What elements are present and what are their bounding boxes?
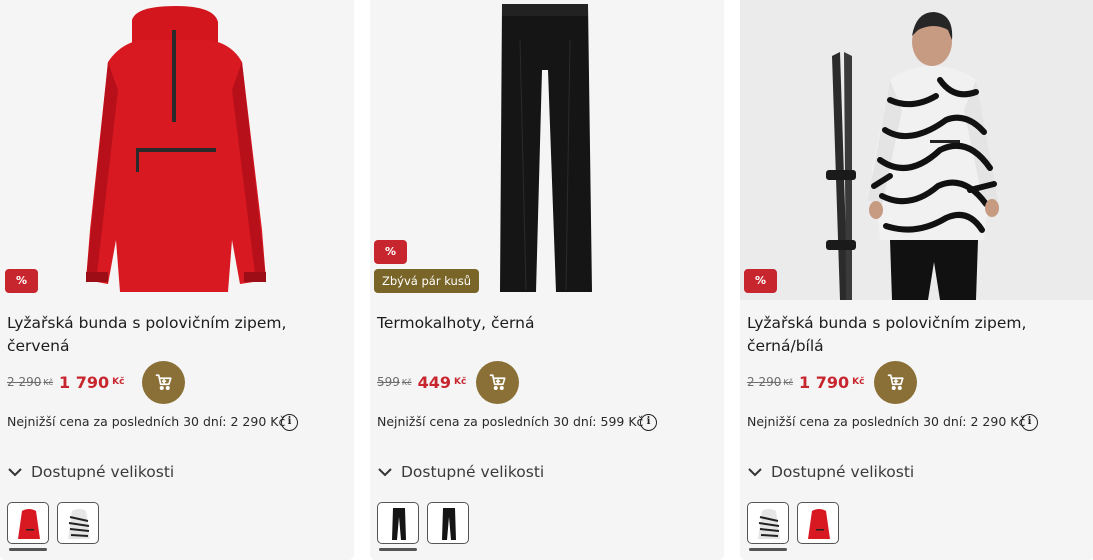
sale-price: 1 790: [59, 372, 110, 392]
sale-price: 449: [417, 372, 451, 392]
lowest-price-note: Nejnižší cena za posledních 30 dní: 2 29…: [747, 414, 1026, 429]
chevron-down-icon: [748, 468, 762, 477]
product-image-red-jacket[interactable]: %: [0, 0, 354, 300]
color-variants: [377, 502, 469, 544]
cart-icon: [155, 374, 172, 391]
stock-badge: Zbývá pár kusů: [374, 269, 480, 293]
available-sizes-toggle[interactable]: Dostupné velikosti: [377, 463, 544, 481]
selected-variant-indicator: [749, 548, 787, 551]
product-card[interactable]: % Lyžařská bunda s polovičním zipem, čer…: [0, 0, 354, 560]
lowest-price-note: Nejnižší cena za posledních 30 dní: 2 29…: [7, 414, 286, 429]
cart-icon: [887, 374, 904, 391]
price-row: 2 290 Kč 1 790 Kč: [747, 360, 918, 404]
old-price: 2 290: [7, 375, 42, 389]
add-to-cart-button[interactable]: [874, 360, 918, 404]
variant-zebra-jacket[interactable]: [57, 502, 99, 544]
info-icon[interactable]: i: [1021, 414, 1038, 431]
sale-price-currency: Kč: [453, 377, 467, 387]
old-price: 599: [377, 375, 400, 389]
product-image-black-pants[interactable]: % Zbývá pár kusů: [370, 0, 724, 300]
chevron-down-icon: [8, 468, 22, 477]
variant-red-jacket[interactable]: [797, 502, 839, 544]
add-to-cart-button[interactable]: [142, 360, 186, 404]
old-price: 2 290: [747, 375, 782, 389]
lowest-price-note: Nejnižší cena za posledních 30 dní: 599 …: [377, 414, 644, 429]
product-card[interactable]: % Zbývá pár kusů Termokalhoty, černá 599…: [370, 0, 724, 560]
discount-badge: %: [374, 240, 407, 264]
product-title[interactable]: Lyžařská bunda s polovičním zipem, červe…: [7, 312, 342, 358]
info-icon[interactable]: i: [281, 414, 298, 431]
price-row: 2 290 Kč 1 790 Kč: [7, 360, 186, 404]
sale-price-currency: Kč: [112, 377, 125, 387]
variant-zebra-jacket[interactable]: [747, 502, 789, 544]
selected-variant-indicator: [9, 548, 47, 551]
discount-badge: %: [744, 269, 777, 293]
cart-icon: [489, 374, 506, 391]
color-variants: [747, 502, 839, 544]
selected-variant-indicator: [379, 548, 417, 551]
variant-black-pants[interactable]: [377, 502, 419, 544]
info-icon[interactable]: i: [640, 414, 657, 431]
sale-price-currency: Kč: [852, 377, 865, 387]
add-to-cart-button[interactable]: [476, 360, 520, 404]
product-card[interactable]: % Lyžařská bunda s polovičním zipem, čer…: [740, 0, 1093, 560]
old-price-currency: Kč: [43, 377, 54, 387]
variant-black-pants[interactable]: [427, 502, 469, 544]
chevron-down-icon: [378, 468, 392, 477]
available-sizes-toggle[interactable]: Dostupné velikosti: [7, 463, 174, 481]
product-image-model-zebra-jacket[interactable]: %: [740, 0, 1093, 300]
available-sizes-toggle[interactable]: Dostupné velikosti: [747, 463, 914, 481]
discount-badge: %: [5, 269, 38, 293]
product-title[interactable]: Termokalhoty, černá: [377, 312, 712, 335]
variant-red-jacket[interactable]: [7, 502, 49, 544]
price-row: 599 Kč 449 Kč: [377, 360, 520, 404]
color-variants: [7, 502, 99, 544]
sale-price: 1 790: [799, 372, 850, 392]
old-price-currency: Kč: [401, 377, 412, 387]
sizes-label: Dostupné velikosti: [31, 463, 175, 481]
product-title[interactable]: Lyžařská bunda s polovičním zipem, černá…: [747, 312, 1082, 358]
sizes-label: Dostupné velikosti: [401, 463, 545, 481]
old-price-currency: Kč: [783, 377, 794, 387]
sizes-label: Dostupné velikosti: [771, 463, 915, 481]
